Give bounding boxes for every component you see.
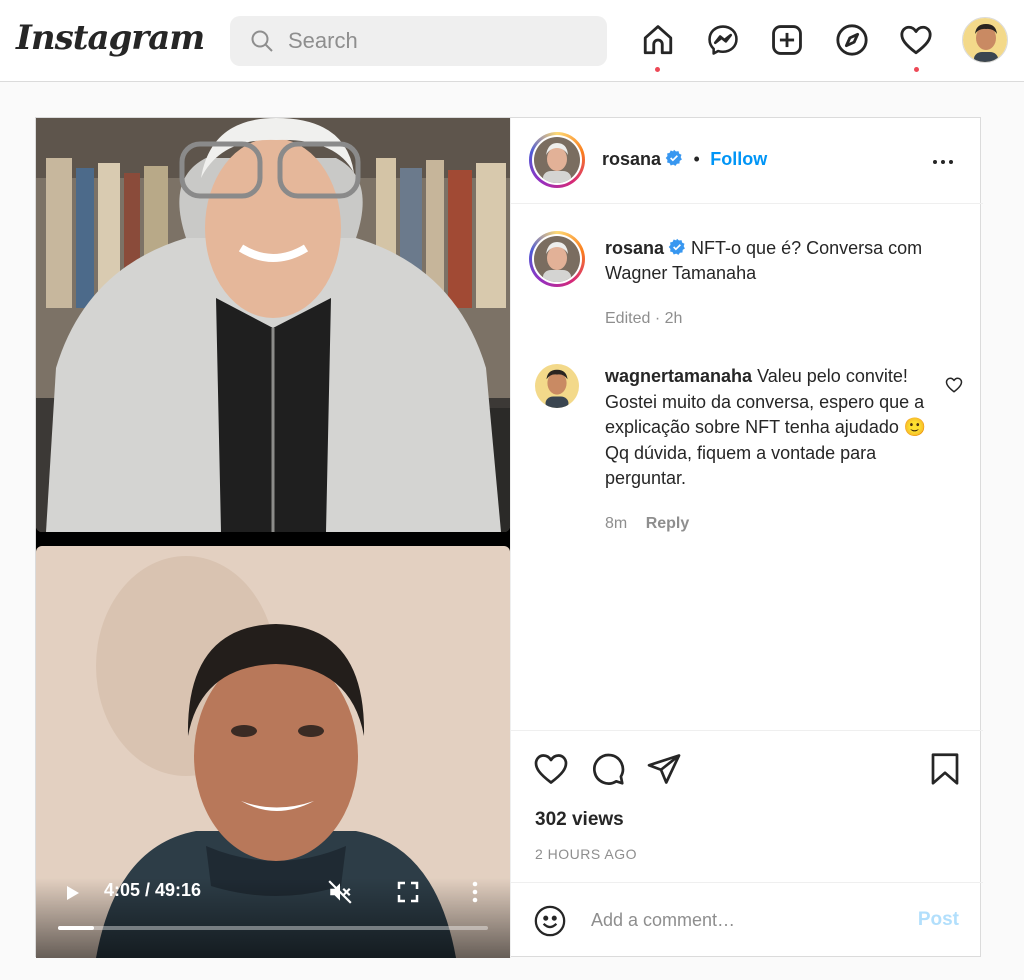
profile-avatar[interactable] — [962, 17, 1008, 63]
video-progress-bar[interactable] — [58, 926, 488, 930]
new-post-icon[interactable] — [769, 22, 805, 58]
top-nav: Instagram Search — [0, 0, 1024, 82]
mute-icon[interactable] — [327, 879, 353, 905]
header-separator: • — [693, 149, 700, 169]
caption-username[interactable]: rosana — [605, 238, 664, 258]
video-progress-fill — [58, 926, 94, 930]
post-card: 4:05 / 49:16 rosana • Follow rosana NFT-… — [35, 117, 983, 958]
activity-notification-dot — [914, 67, 919, 72]
search-box[interactable]: Search — [230, 16, 607, 66]
comment: wagnertamanaha Valeu pelo convite! Goste… — [605, 364, 935, 492]
caption-meta: Edited · 2h — [605, 310, 683, 327]
post-sidebar: rosana • Follow rosana NFT-o que é? Conv… — [510, 118, 983, 958]
save-bookmark-icon[interactable] — [927, 751, 963, 787]
author-avatar — [534, 137, 580, 183]
like-icon[interactable] — [533, 751, 569, 787]
video-player[interactable]: 4:05 / 49:16 — [36, 118, 510, 958]
caption-avatar-ring[interactable] — [529, 231, 585, 287]
video-frame-top — [36, 118, 510, 532]
fullscreen-icon[interactable] — [397, 881, 419, 903]
verified-badge-icon — [665, 149, 682, 166]
activity-heart-icon[interactable] — [898, 22, 934, 58]
follow-button[interactable]: Follow — [710, 149, 767, 169]
comment-age: 8m — [605, 515, 628, 532]
explore-icon[interactable] — [834, 22, 870, 58]
post-timestamp: 2 HOURS AGO — [535, 846, 637, 862]
post-caption: rosana NFT-o que é? Conversa com Wagner … — [605, 236, 965, 286]
view-count[interactable]: 302 views — [535, 809, 624, 831]
post-actions: 302 views 2 HOURS AGO — [511, 730, 983, 882]
more-options-icon[interactable] — [931, 150, 955, 174]
share-icon[interactable] — [646, 751, 682, 787]
comment-input[interactable]: Add a comment… — [591, 910, 735, 931]
caption-verified-badge-icon — [668, 238, 685, 255]
home-icon[interactable] — [640, 22, 676, 58]
instagram-logo[interactable]: Instagram — [16, 18, 205, 58]
video-time: 4:05 / 49:16 — [104, 880, 202, 900]
messenger-icon[interactable] — [705, 22, 741, 58]
video-more-icon[interactable] — [463, 880, 487, 904]
author-avatar-ring[interactable] — [529, 132, 585, 188]
comment-icon[interactable] — [590, 751, 626, 787]
play-icon[interactable] — [62, 883, 82, 903]
post-comment-button[interactable]: Post — [918, 909, 959, 931]
author-username[interactable]: rosana — [602, 149, 661, 169]
emoji-icon[interactable] — [533, 904, 567, 938]
search-icon — [251, 30, 273, 52]
reply-button[interactable]: Reply — [646, 515, 690, 532]
post-header: rosana • Follow — [511, 118, 983, 204]
comment-username[interactable]: wagnertamanaha — [605, 366, 752, 386]
caption-avatar — [534, 236, 580, 282]
comment-like-icon[interactable] — [945, 376, 963, 394]
home-notification-dot — [655, 67, 660, 72]
commenter-avatar[interactable] — [535, 364, 579, 408]
search-placeholder: Search — [288, 28, 358, 53]
add-comment-bar: Add a comment… Post — [511, 882, 983, 958]
